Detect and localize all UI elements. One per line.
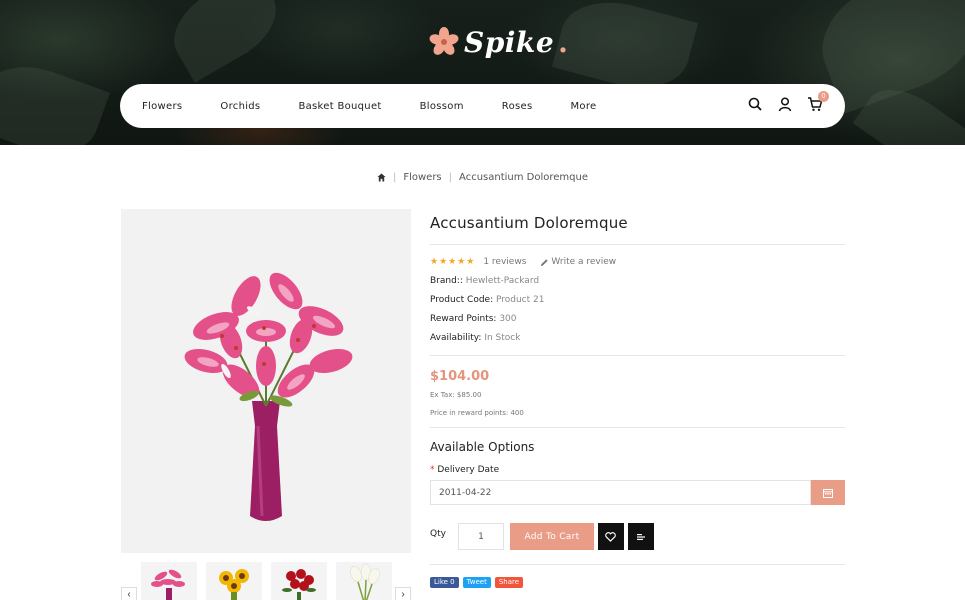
quantity-input[interactable]	[457, 523, 504, 550]
available-options-heading: Available Options	[430, 440, 535, 454]
nav-item-orchids[interactable]: Orchids	[220, 101, 260, 112]
brand-value[interactable]: Hewlett-Packard	[466, 276, 539, 286]
breadcrumb-separator: |	[392, 172, 397, 183]
user-icon[interactable]	[777, 96, 793, 112]
carousel-prev-button[interactable]: ‹	[121, 587, 137, 600]
product-code-row: Product Code: Product 21	[430, 295, 845, 305]
reward-points-value: 300	[499, 314, 517, 324]
divider	[430, 355, 845, 356]
thumbnail-lily[interactable]	[141, 562, 197, 600]
carousel-next-button[interactable]: ›	[395, 587, 411, 600]
home-icon[interactable]	[377, 173, 386, 182]
site-logo[interactable]: Spike.	[428, 24, 568, 60]
divider	[430, 427, 845, 428]
calendar-icon	[823, 488, 833, 498]
nav-item-basket-bouquet[interactable]: Basket Bouquet	[298, 101, 381, 112]
divider	[430, 244, 845, 245]
thumbnail-roses[interactable]	[271, 562, 327, 600]
availability-row: Availability: In Stock	[430, 333, 845, 343]
breadcrumb-item-flowers[interactable]: Flowers	[403, 172, 441, 183]
brand-row: Brand:: Hewlett-Packard	[430, 276, 845, 286]
nav-icon-group: 0	[747, 91, 829, 112]
product-info-panel: Accusantium Doloremque ★★★★★ 1 reviews W…	[430, 214, 845, 588]
logo-dot: .	[558, 25, 568, 59]
share-button[interactable]: Share	[494, 577, 524, 588]
brand-label: Brand::	[430, 276, 463, 286]
calendar-button[interactable]	[811, 480, 845, 505]
leaf-decoration	[159, 0, 291, 83]
calla-lily-thumbnail-image	[350, 563, 380, 600]
product-title: Accusantium Doloremque	[430, 214, 628, 232]
delivery-date-input[interactable]	[430, 480, 811, 505]
main-navigation: Flowers Orchids Basket Bouquet Blossom R…	[120, 84, 845, 128]
reward-points-price: Price in reward points: 400	[430, 409, 524, 417]
nav-item-flowers[interactable]: Flowers	[142, 101, 182, 112]
social-share-bar: Like 0 Tweet Share	[430, 577, 845, 588]
flower-logo-icon	[429, 27, 459, 55]
purchase-row: Qty Add To Cart	[430, 523, 845, 550]
reward-points-label: Reward Points:	[430, 314, 497, 324]
reviews-link[interactable]: 1 reviews	[483, 257, 526, 267]
star-rating: ★★★★★	[430, 257, 476, 267]
tweet-button[interactable]: Tweet	[462, 577, 491, 588]
product-main-image[interactable]	[121, 209, 411, 553]
add-to-cart-button[interactable]: Add To Cart	[509, 523, 594, 550]
heart-icon	[605, 531, 617, 542]
product-price: $104.00	[430, 369, 490, 384]
delivery-date-group	[430, 480, 845, 505]
availability-value: In Stock	[484, 333, 521, 343]
nav-item-roses[interactable]: Roses	[502, 101, 533, 112]
nav-item-blossom[interactable]: Blossom	[420, 101, 464, 112]
rating-row: ★★★★★ 1 reviews Write a review	[430, 257, 845, 267]
nav-item-more[interactable]: More	[570, 101, 596, 112]
delivery-date-label-row: * Delivery Date	[430, 465, 845, 475]
compare-icon	[636, 533, 645, 540]
lily-bouquet-image	[184, 272, 353, 521]
ex-tax-price: Ex Tax: $85.00	[430, 391, 482, 399]
logo-text: Spike	[464, 25, 555, 59]
pencil-icon	[541, 258, 549, 266]
facebook-like-button[interactable]: Like 0	[430, 577, 459, 588]
availability-label: Availability:	[430, 333, 482, 343]
breadcrumb: | Flowers | Accusantium Doloremque	[0, 172, 965, 183]
wishlist-button[interactable]	[597, 523, 624, 550]
roses-thumbnail-image	[282, 569, 316, 600]
cart-count-badge: 0	[818, 91, 829, 102]
cart-button[interactable]: 0	[807, 91, 829, 112]
sunflower-thumbnail-image	[219, 569, 249, 600]
product-code-label: Product Code:	[430, 295, 494, 305]
thumbnail-sunflower[interactable]	[206, 562, 262, 600]
thumbnail-carousel: ‹ ›	[121, 560, 411, 600]
breadcrumb-separator: |	[448, 172, 453, 183]
qty-label: Qty	[430, 528, 446, 539]
search-icon[interactable]	[747, 96, 763, 112]
reward-points-row: Reward Points: 300	[430, 314, 845, 324]
product-code-value: Product 21	[495, 295, 545, 305]
compare-button[interactable]	[627, 523, 654, 550]
leaf-decoration	[0, 51, 111, 145]
divider	[430, 564, 845, 565]
breadcrumb-item-product[interactable]: Accusantium Doloremque	[459, 172, 588, 183]
required-mark: *	[430, 465, 435, 475]
thumbnail-calla[interactable]	[336, 562, 392, 600]
lily-thumbnail-image	[151, 569, 185, 600]
header-banner: Spike. Flowers Orchids Basket Bouquet Bl…	[0, 0, 965, 145]
delivery-date-label: Delivery Date	[437, 465, 500, 475]
write-review-link[interactable]: Write a review	[551, 257, 616, 267]
